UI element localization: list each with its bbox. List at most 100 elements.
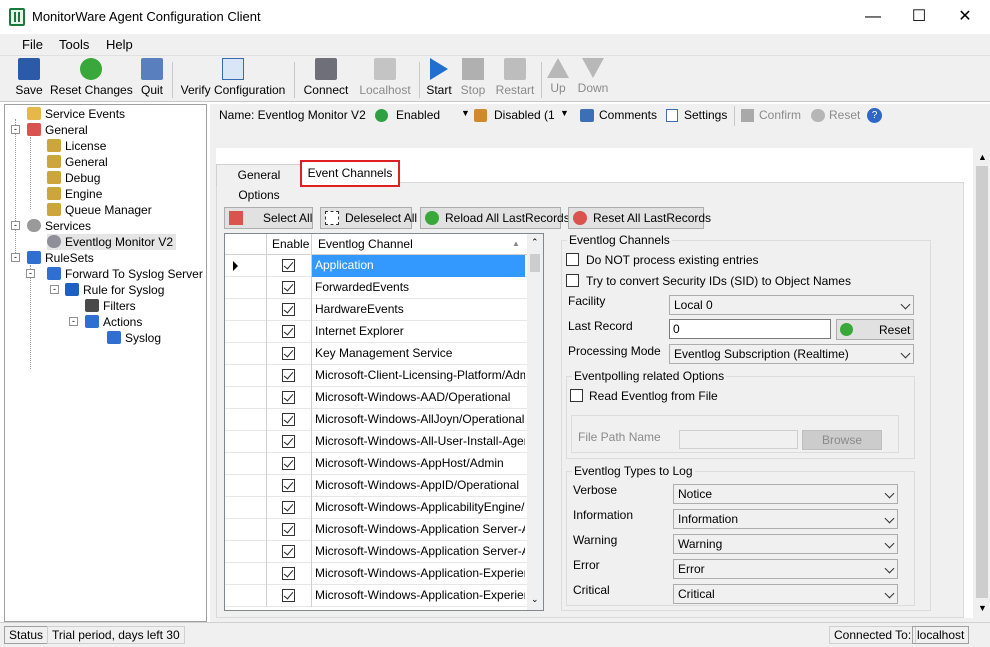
enable-checkbox[interactable] [282, 347, 295, 360]
tree-item-filters[interactable]: Filters [85, 298, 136, 314]
enable-checkbox[interactable] [282, 391, 295, 404]
tree-item-debug[interactable]: Debug [47, 170, 100, 186]
last-record-reset-button[interactable]: Reset [836, 319, 914, 340]
row-selector[interactable] [225, 343, 267, 365]
enable-checkbox[interactable] [282, 479, 295, 492]
type-warning-select[interactable]: Warning [673, 534, 898, 554]
channels-grid[interactable]: Enable Eventlog Channel ▲ Application For… [224, 233, 544, 611]
tree-item-actions[interactable]: Actions [85, 314, 142, 330]
maximize-button[interactable]: ☐ [896, 0, 942, 34]
enable-checkbox[interactable] [282, 413, 295, 426]
tree-item-eventlog-monitor[interactable]: Eventlog Monitor V2 [47, 234, 177, 250]
row-selector[interactable] [225, 299, 267, 321]
reload-lastrecords-button[interactable]: Reload All LastRecords [420, 207, 570, 229]
table-row[interactable]: Key Management Service [225, 343, 527, 365]
table-row[interactable]: Internet Explorer [225, 321, 527, 343]
processing-mode-select[interactable]: Eventlog Subscription (Realtime) [669, 344, 914, 364]
tree-item-forward-syslog[interactable]: Forward To Syslog Server [47, 266, 203, 282]
enable-checkbox[interactable] [282, 501, 295, 514]
enable-checkbox[interactable] [282, 325, 295, 338]
enable-checkbox[interactable] [282, 303, 295, 316]
minimize-button[interactable]: — [850, 0, 896, 34]
collapse-toggle[interactable]: - [69, 317, 78, 326]
table-row[interactable]: Microsoft-Windows-AppHost/Admin [225, 453, 527, 475]
read-eventlog-checkbox[interactable] [570, 389, 583, 402]
menu-tools[interactable]: Tools [59, 37, 89, 52]
collapse-toggle[interactable]: - [26, 269, 35, 278]
tree-item-general-settings[interactable]: General [47, 154, 108, 170]
last-record-input[interactable]: 0 [669, 319, 831, 339]
collapse-toggle[interactable]: - [11, 125, 20, 134]
enable-checkbox[interactable] [282, 369, 295, 382]
row-selector[interactable] [225, 475, 267, 497]
stop-button[interactable]: Stop [458, 58, 488, 97]
enable-checkbox[interactable] [282, 567, 295, 580]
row-selector[interactable] [225, 431, 267, 453]
row-selector[interactable] [225, 585, 267, 607]
tree-item-services[interactable]: Services [27, 218, 91, 234]
row-selector[interactable] [225, 321, 267, 343]
enable-checkbox[interactable] [282, 435, 295, 448]
row-selector[interactable] [225, 519, 267, 541]
scroll-down-arrow-icon[interactable]: ▼ [978, 603, 987, 613]
table-row[interactable]: Application [225, 255, 527, 277]
row-selector[interactable] [225, 409, 267, 431]
panel-scrollbar[interactable]: ▲ ▼ [974, 148, 990, 618]
connect-button[interactable]: Connect [300, 58, 352, 97]
facility-select[interactable]: Local 0 [669, 295, 914, 315]
row-selector[interactable] [225, 365, 267, 387]
restart-button[interactable]: Restart [494, 58, 536, 97]
verify-configuration-button[interactable]: Verify Configuration [178, 58, 288, 97]
table-row[interactable]: Microsoft-Windows-AAD/Operational [225, 387, 527, 409]
tab-general-options[interactable]: General Options [216, 164, 302, 202]
localhost-button[interactable]: Localhost [356, 58, 414, 97]
tree-item-general[interactable]: General [27, 122, 88, 138]
row-selector[interactable] [225, 563, 267, 585]
enable-checkbox[interactable] [282, 589, 295, 602]
no-process-checkbox[interactable] [566, 253, 579, 266]
tab-event-channels[interactable]: Event Channels [300, 160, 400, 187]
type-information-select[interactable]: Information [673, 509, 898, 529]
row-selector[interactable] [225, 255, 267, 277]
select-all-button[interactable]: Select All [224, 207, 313, 229]
file-path-input[interactable] [679, 430, 798, 449]
reset-changes-button[interactable]: Reset Changes [50, 58, 133, 97]
table-row[interactable]: Microsoft-Windows-Application Server-Ap.… [225, 519, 527, 541]
tree-item-syslog[interactable]: Syslog [107, 330, 161, 346]
table-row[interactable]: ForwardedEvents [225, 277, 527, 299]
collapse-toggle[interactable]: - [11, 221, 20, 230]
table-row[interactable]: Microsoft-Windows-ApplicabilityEngine/O.… [225, 497, 527, 519]
tree-item-rulesets[interactable]: RuleSets [27, 250, 94, 266]
up-button[interactable]: Up [546, 58, 570, 95]
scroll-thumb[interactable] [530, 254, 540, 272]
type-critical-select[interactable]: Critical [673, 584, 898, 604]
scroll-up-arrow-icon[interactable]: ⌃ [531, 237, 539, 248]
table-row[interactable]: Microsoft-Windows-Application Server-Ap.… [225, 541, 527, 563]
tree-item-license[interactable]: License [47, 138, 106, 154]
table-row[interactable]: Microsoft-Windows-AllJoyn/Operational [225, 409, 527, 431]
table-row[interactable]: Microsoft-Windows-AppID/Operational [225, 475, 527, 497]
row-selector[interactable] [225, 277, 267, 299]
quit-button[interactable]: Quit [136, 58, 168, 97]
enable-checkbox[interactable] [282, 281, 295, 294]
enable-checkbox[interactable] [282, 523, 295, 536]
try-convert-checkbox[interactable] [566, 274, 579, 287]
help-icon[interactable]: ? [867, 108, 882, 123]
disabled-dropdown[interactable]: Disabled (1 ▼ [472, 106, 572, 125]
tree-item-queue-manager[interactable]: Queue Manager [47, 202, 152, 218]
enabled-dropdown[interactable]: Enabled ▼ [373, 106, 471, 125]
collapse-toggle[interactable]: - [50, 285, 59, 294]
save-button[interactable]: Save [12, 58, 46, 97]
type-verbose-select[interactable]: Notice [673, 484, 898, 504]
scroll-up-arrow-icon[interactable]: ▲ [978, 152, 987, 162]
scroll-thumb[interactable] [976, 166, 988, 598]
type-error-select[interactable]: Error [673, 559, 898, 579]
table-row[interactable]: Microsoft-Windows-Application-Experienc.… [225, 563, 527, 585]
collapse-toggle[interactable]: - [11, 253, 20, 262]
enable-checkbox[interactable] [282, 457, 295, 470]
menu-file[interactable]: File [22, 37, 43, 52]
start-button[interactable]: Start [424, 58, 454, 97]
scroll-down-arrow-icon[interactable]: ⌄ [531, 594, 539, 605]
close-button[interactable]: ✕ [942, 0, 988, 34]
row-selector[interactable] [225, 453, 267, 475]
